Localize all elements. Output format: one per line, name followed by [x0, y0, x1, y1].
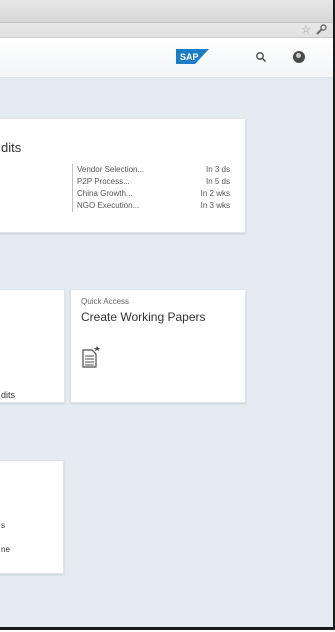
- browser-window: ☆ SAP dits Vendor Selection... In 3 ds P…: [0, 0, 335, 630]
- list-item: Vendor Selection... In 3 ds: [77, 164, 233, 176]
- list-item: P2P Process... In 5 ds: [77, 176, 233, 188]
- shell-header: SAP: [0, 38, 333, 78]
- project-due: In 2 wks: [200, 189, 230, 198]
- project-name: NGO Execution...: [77, 201, 140, 210]
- browser-chrome: ☆: [0, 0, 333, 38]
- wrench-icon[interactable]: [315, 24, 327, 36]
- search-icon[interactable]: [255, 51, 267, 63]
- sap-logo[interactable]: SAP: [176, 49, 209, 64]
- projects-tile[interactable]: dits Vendor Selection... In 3 ds P2P Pro…: [0, 118, 246, 233]
- star-icon[interactable]: ☆: [301, 25, 311, 36]
- quick-access-tile[interactable]: Quick Access Create Working Papers: [70, 289, 246, 403]
- user-icon[interactable]: [293, 51, 305, 63]
- tile-text: dits: [1, 390, 16, 400]
- tile-text: ne: [1, 545, 10, 554]
- tab-strip: [0, 0, 333, 23]
- project-due: In 5 ds: [205, 177, 230, 186]
- project-name: China Growth...: [77, 189, 133, 198]
- document-icon: [82, 346, 100, 368]
- project-due: In 3 wks: [200, 201, 230, 210]
- tile-subtitle: Quick Access: [81, 297, 130, 306]
- partial-tile-left[interactable]: dits: [0, 289, 65, 403]
- tile-title: Create Working Papers: [81, 310, 206, 324]
- project-due: In 3 ds: [205, 165, 230, 174]
- project-name: P2P Process...: [77, 177, 130, 186]
- list-item: China Growth... In 2 wks: [77, 188, 233, 200]
- project-list: Vendor Selection... In 3 ds P2P Process.…: [72, 164, 233, 212]
- svg-text:SAP: SAP: [180, 52, 199, 62]
- tile-text: s: [1, 521, 5, 530]
- list-item: NGO Execution... In 3 wks: [77, 200, 233, 212]
- tile-title: dits: [1, 140, 22, 155]
- partial-tile-bottom[interactable]: s ne: [0, 460, 64, 574]
- project-name: Vendor Selection...: [77, 165, 145, 174]
